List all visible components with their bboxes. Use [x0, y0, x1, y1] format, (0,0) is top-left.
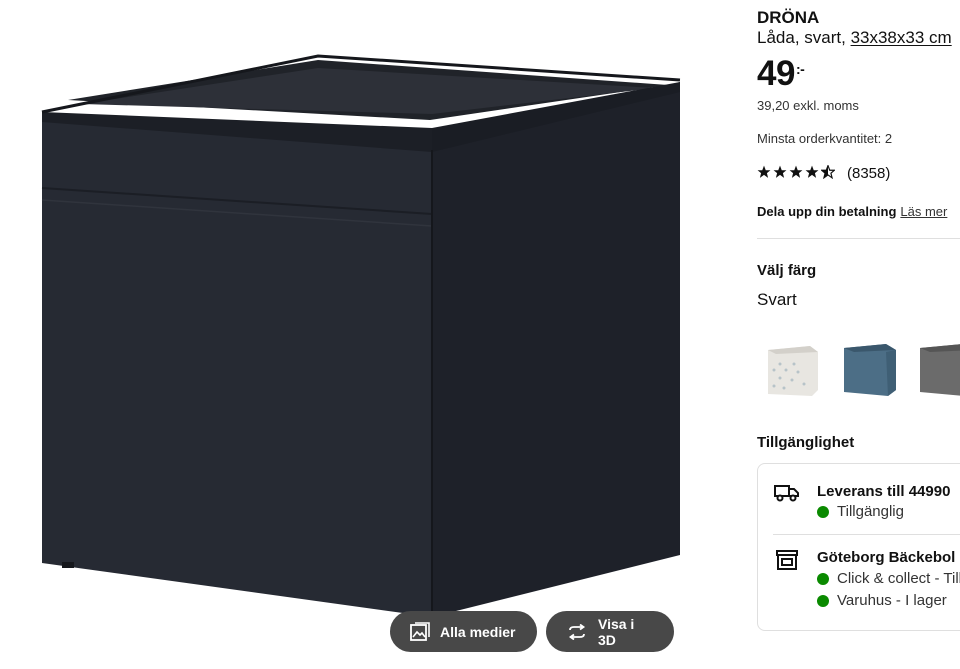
price-suffix: :- — [795, 61, 805, 77]
delivery-title: Leverans till 44990 — [817, 483, 951, 500]
color-heading: Välj färg — [757, 262, 817, 279]
price-value: 49 — [757, 54, 795, 93]
payment-text: Dela upp din betalning — [757, 204, 897, 219]
half-star-icon — [819, 163, 837, 182]
color-swatch-blue[interactable] — [838, 340, 900, 402]
product-name: DRÖNA — [757, 8, 820, 27]
rating-count: (8358) — [847, 165, 891, 182]
view-3d-button[interactable]: Visa i 3D — [546, 611, 674, 652]
availability-heading: Tillgänglighet — [757, 434, 855, 451]
all-media-button[interactable]: Alla medier — [390, 611, 537, 652]
view-3d-label: Visa i 3D — [598, 615, 635, 648]
store-title: Göteborg Bäckebol — [817, 549, 956, 566]
min-order-quantity: Minsta orderkvantitet: 2 — [757, 131, 893, 146]
product-image — [41, 54, 681, 617]
card-divider — [773, 534, 960, 535]
rating[interactable]: (8358) — [757, 163, 891, 182]
store-stock-status: Varuhus - I lager — [817, 592, 947, 609]
price: 49:- — [757, 54, 805, 94]
click-collect-status: Click & collect - Tillgänglig — [817, 570, 960, 587]
status-dot — [817, 594, 829, 607]
star-icon — [789, 165, 803, 182]
status-dot — [817, 505, 829, 518]
payment-info: Dela upp din betalning Läs mer — [757, 204, 947, 219]
color-swatch-white-patterned[interactable] — [760, 340, 822, 402]
click-collect-label: Click & collect - Tillgänglig — [837, 570, 960, 587]
star-icon — [773, 165, 787, 182]
price-excl-vat: 39,20 exkl. moms — [757, 98, 859, 113]
delivery-truck-icon — [774, 485, 799, 502]
rotate-3d-icon — [568, 623, 586, 640]
store-stock-label: Varuhus - I lager — [837, 592, 947, 609]
all-media-label: Alla medier — [440, 623, 516, 640]
selected-color: Svart — [757, 290, 797, 309]
star-icon — [805, 165, 819, 182]
star-icon — [757, 165, 771, 182]
store-icon — [776, 550, 798, 570]
product-image-area[interactable]: Alla medier Visa i 3D — [0, 0, 735, 664]
product-info-panel: DRÖNA Låda, svart, 33x38x33 cm 49:- 39,2… — [757, 0, 960, 664]
status-dot — [817, 572, 829, 585]
delivery-status: Tillgänglig — [817, 503, 904, 520]
divider — [757, 238, 960, 239]
product-type-color: Låda, svart, — [757, 28, 851, 47]
product-size-link[interactable]: 33x38x33 cm — [851, 28, 952, 47]
color-swatch-grey[interactable] — [916, 340, 960, 402]
product-description: Låda, svart, 33x38x33 cm — [757, 28, 952, 48]
image-gallery-icon — [410, 621, 430, 641]
availability-card[interactable]: Leverans till 44990 Tillgänglig Göteborg… — [757, 463, 960, 631]
delivery-status-label: Tillgänglig — [837, 503, 904, 520]
read-more-link[interactable]: Läs mer — [900, 204, 947, 219]
